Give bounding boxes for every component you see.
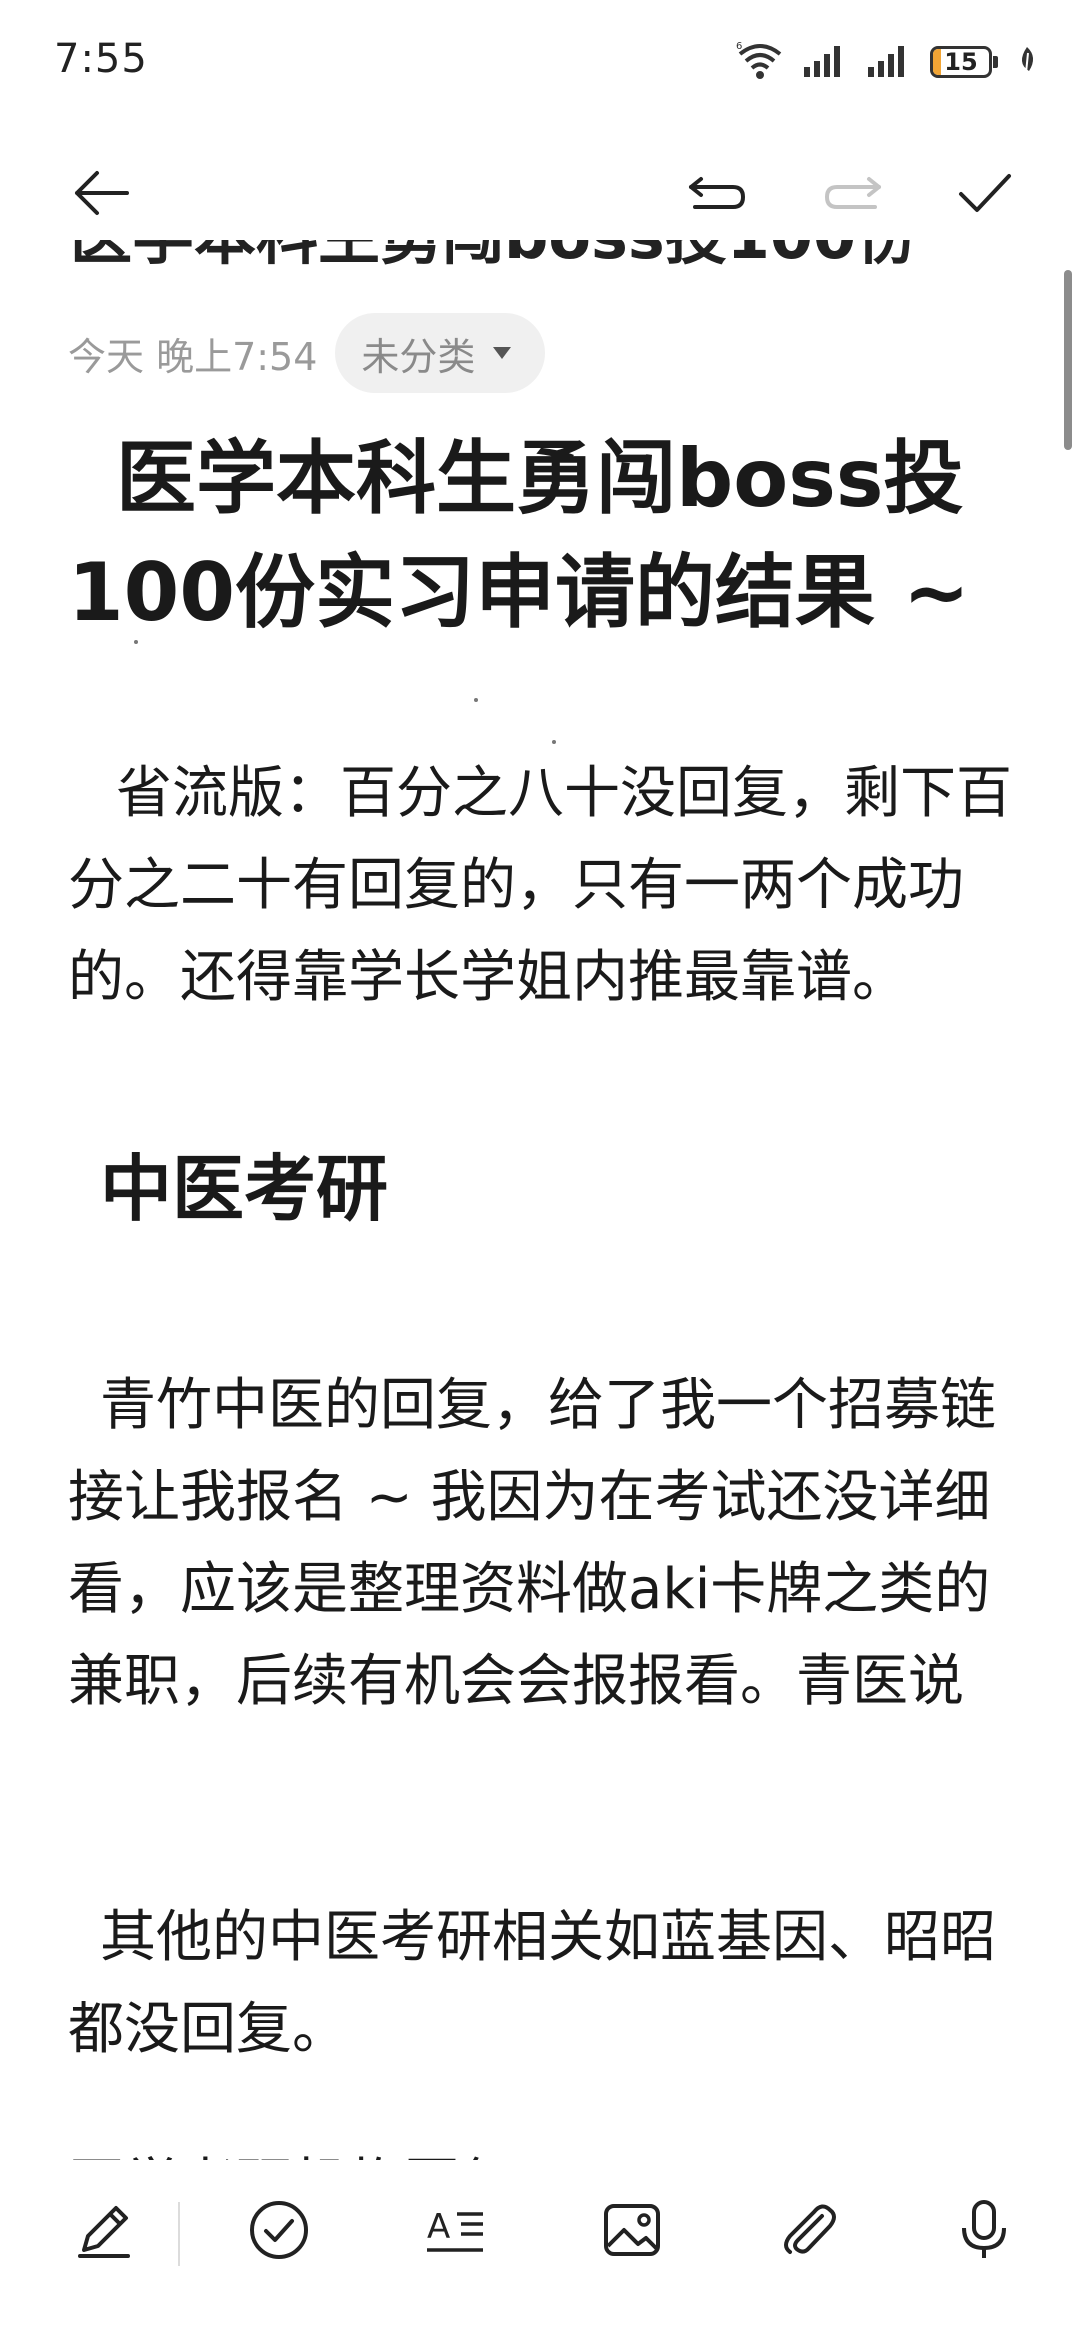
stray-dot	[552, 740, 556, 744]
editor-toolbar	[0, 140, 1080, 240]
pen-icon[interactable]	[64, 2190, 144, 2270]
body-paragraph-1[interactable]: 青竹中医的回复，给了我一个招募链接让我报名 ~ 我因为在考试还没详细看，应该是整…	[68, 1360, 1018, 1728]
attachment-icon[interactable]	[768, 2190, 848, 2270]
battery-icon: 15	[930, 46, 998, 78]
status-time: 7:55	[54, 36, 148, 82]
stray-dot	[134, 640, 138, 644]
category-label: 未分类	[361, 334, 476, 379]
image-icon[interactable]	[592, 2190, 672, 2270]
note-content[interactable]: 医学本科生勇闯boss投100份 今天 晚上7:54 未分类 医学本科生勇闯bo…	[0, 240, 1080, 2160]
microphone-icon[interactable]	[944, 2190, 1024, 2270]
battery-level: 15	[944, 48, 978, 76]
signal-2-icon	[866, 43, 912, 81]
note-date: 今天 晚上7:54	[68, 334, 318, 379]
stray-dot	[474, 698, 478, 702]
section-heading[interactable]: 中医考研	[100, 1130, 388, 1235]
text-format-icon[interactable]: A	[415, 2190, 495, 2270]
toolbar-divider	[178, 2202, 180, 2266]
leaf-icon	[1016, 45, 1038, 79]
partial-next-line: 医学考研机构回复	[68, 2140, 516, 2160]
svg-text:6: 6	[736, 41, 742, 52]
status-icons: 6 15	[736, 40, 1038, 84]
scrolled-title-fragment: 医学本科生勇闯boss投100份	[70, 240, 918, 276]
signal-1-icon	[802, 43, 848, 81]
back-arrow-icon[interactable]	[66, 158, 136, 228]
svg-text:A: A	[427, 2207, 450, 2247]
category-dropdown[interactable]: 未分类	[335, 313, 546, 393]
summary-paragraph[interactable]: 省流版：百分之八十没回复，剩下百分之二十有回复的，只有一两个成功的。还得靠学长学…	[68, 748, 1018, 1024]
check-icon[interactable]	[950, 158, 1020, 228]
checklist-icon[interactable]	[239, 2190, 319, 2270]
wifi-icon: 6	[736, 40, 784, 84]
undo-icon[interactable]	[682, 158, 752, 228]
scrollbar[interactable]	[1064, 270, 1072, 450]
chevron-down-icon	[493, 347, 512, 359]
bottom-toolbar: A	[0, 2160, 1080, 2331]
status-bar: 7:55 6 15	[0, 0, 1080, 120]
body-paragraph-2[interactable]: 其他的中医考研相关如蓝基因、昭昭都没回复。	[68, 1892, 1018, 2076]
battery-fill	[933, 49, 942, 75]
redo-icon[interactable]	[818, 158, 888, 228]
note-meta: 今天 晚上7:54 未分类	[68, 313, 546, 393]
note-title[interactable]: 医学本科生勇闯boss投100份实习申请的结果 ~	[68, 422, 1028, 650]
